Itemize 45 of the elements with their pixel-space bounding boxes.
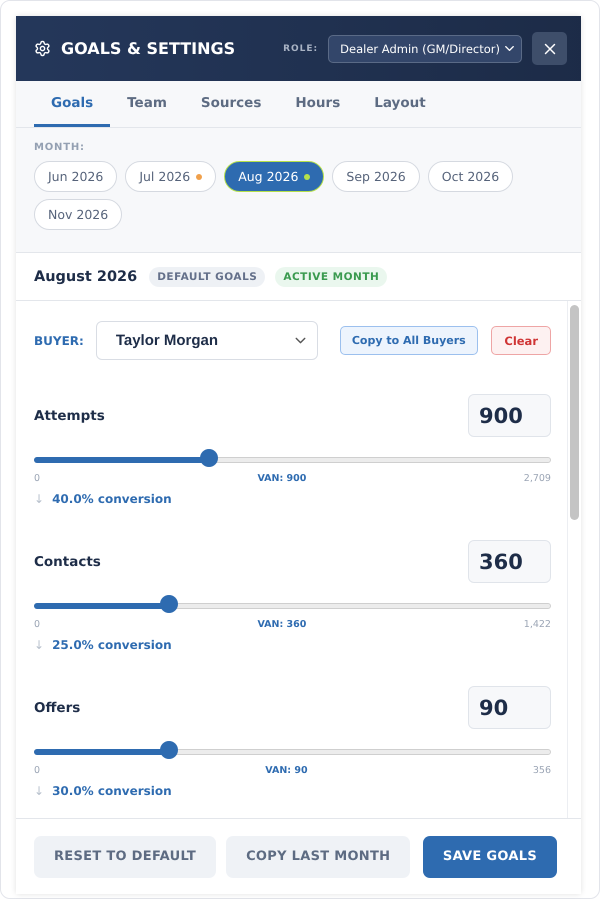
conversion-text: 30.0% conversion (52, 784, 172, 798)
goal-name: Attempts (34, 408, 105, 424)
goal-value-field[interactable]: 900 (468, 394, 551, 437)
footer-button[interactable]: RESET TO DEFAULT (34, 836, 216, 878)
goal-name: Contacts (34, 554, 101, 570)
footer-button[interactable]: SAVE GOALS (422, 836, 557, 878)
buyer-select[interactable]: Taylor Morgan (96, 321, 318, 360)
slider-max: 2,709 (524, 473, 551, 484)
tab[interactable]: Sources (184, 81, 278, 127)
buyer-label: BUYER: (34, 334, 84, 348)
down-arrow: ↓ (34, 638, 44, 652)
down-arrow: ↓ (34, 784, 44, 798)
panel-title: GOALS & SETTINGS (61, 39, 236, 58)
slider-min: 0 (34, 619, 40, 630)
copy-to-all-button[interactable]: Copy to All Buyers (340, 326, 478, 355)
status-badge: DEFAULT GOALS (149, 266, 266, 286)
month-chip[interactable]: Jun 2026 (34, 161, 118, 192)
month-chip[interactable]: Oct 2026 (428, 161, 514, 192)
status-badge: ACTIVE MONTH (275, 266, 388, 286)
tab[interactable]: Team (110, 81, 184, 127)
role-select[interactable]: Dealer Admin (GM/Director) (328, 34, 522, 62)
slider-max: 356 (532, 765, 551, 776)
conversion-text: 40.0% conversion (52, 492, 172, 506)
month-chip[interactable]: Sep 2026 (332, 161, 420, 192)
month-chip[interactable]: Jul 2026 (125, 161, 216, 192)
tab[interactable]: Hours (278, 81, 358, 127)
clear-button[interactable]: Clear (491, 326, 551, 355)
role-label: ROLE: (283, 44, 318, 54)
month-title: August 2026 (34, 268, 138, 284)
month-label: MONTH: (34, 142, 86, 153)
goal-value-field[interactable]: 90 (468, 686, 551, 729)
slider-reading: VAN: 90 (265, 765, 308, 776)
conversion-text: 25.0% conversion (52, 638, 172, 652)
slider-min: 0 (34, 765, 40, 776)
slider-reading: VAN: 900 (257, 473, 306, 484)
goal-name: Offers (34, 700, 80, 716)
slider-min: 0 (34, 473, 40, 484)
down-arrow: ↓ (34, 492, 44, 506)
month-chip[interactable]: Aug 2026 (224, 161, 324, 192)
slider-reading: VAN: 360 (257, 619, 306, 630)
month-chip[interactable]: Nov 2026 (34, 199, 122, 230)
goal-value-field[interactable]: 360 (468, 540, 551, 583)
tab[interactable]: Layout (357, 81, 443, 127)
footer-button[interactable]: COPY LAST MONTH (226, 836, 410, 878)
slider-max: 1,422 (524, 619, 551, 630)
